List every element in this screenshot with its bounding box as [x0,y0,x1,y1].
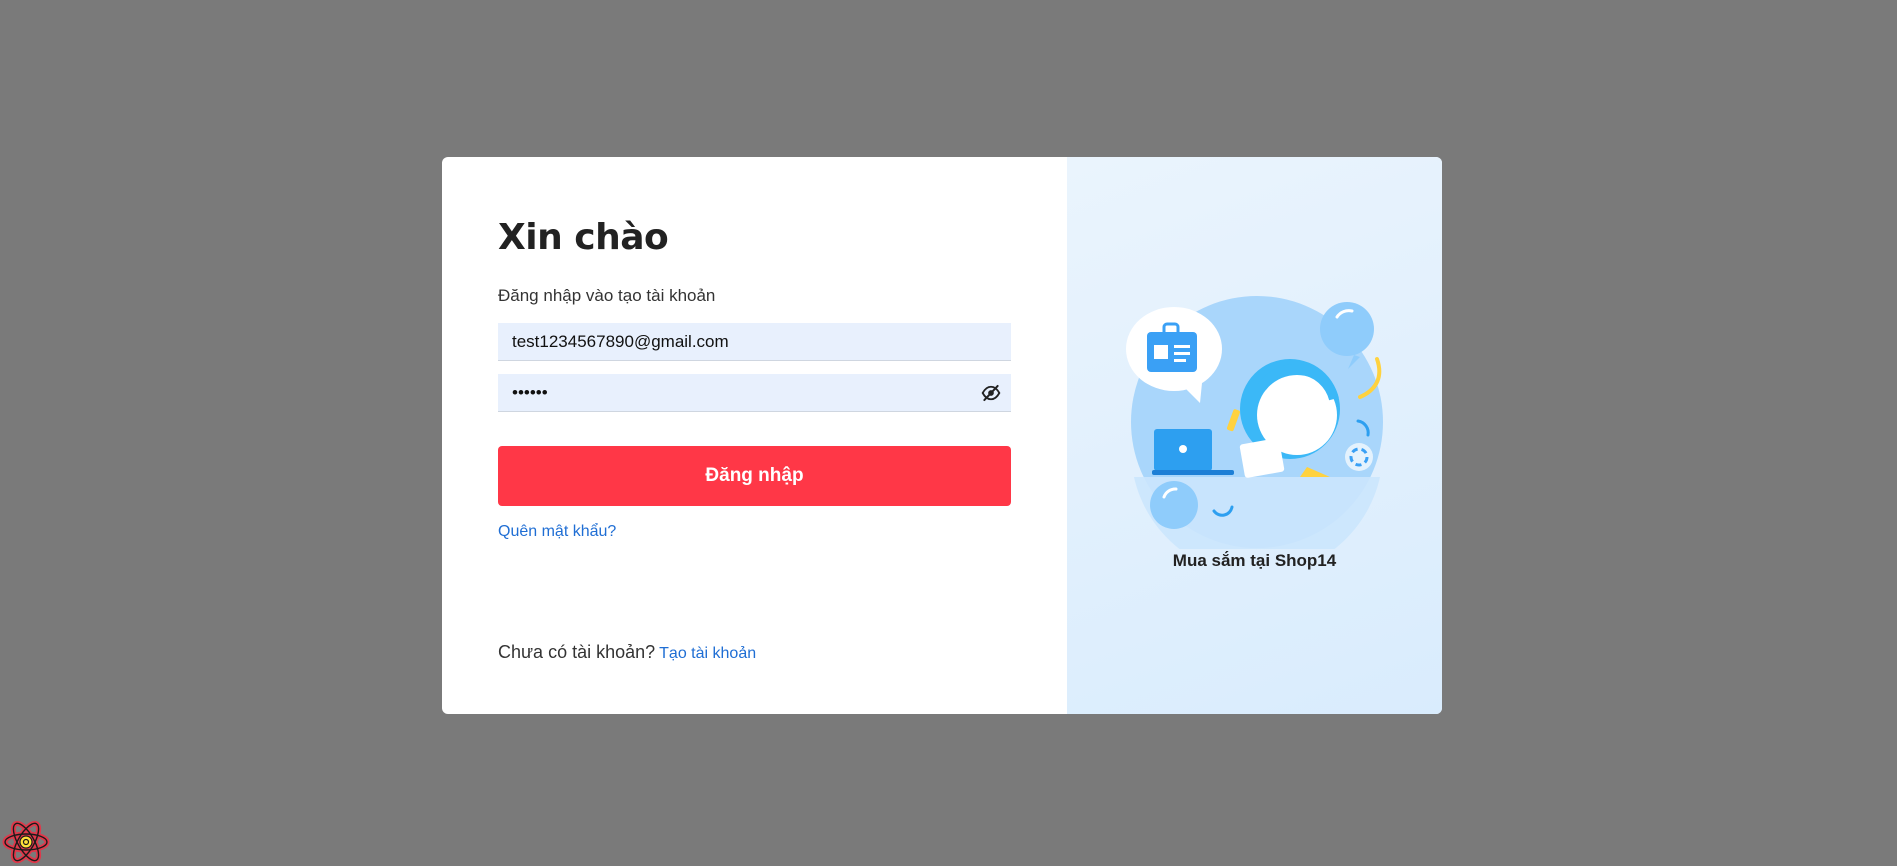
email-field-wrapper [498,323,1011,361]
login-button[interactable]: Đăng nhập [498,446,1011,506]
forgot-password-link[interactable]: Quên mật khẩu? [498,523,616,541]
promo-caption: Mua sắm tại Shop14 [1172,551,1337,570]
react-icon[interactable] [2,818,50,866]
email-field[interactable] [498,323,1011,360]
signup-row: Chưa có tài khoản? Tạo tài khoản [498,642,756,663]
signup-prompt: Chưa có tài khoản? [498,642,656,662]
promo-panel: Mua sắm tại Shop14 [1067,157,1442,714]
login-form-panel: Xin chào Đăng nhập vào tạo tài khoản Đăn… [442,157,1067,714]
password-field[interactable] [498,374,1011,411]
login-modal: Xin chào Đăng nhập vào tạo tài khoản Đăn… [442,157,1442,714]
shopping-illustration [1126,296,1383,549]
eye-slash-icon[interactable] [981,383,1001,403]
password-field-wrapper [498,374,1011,412]
login-subtitle: Đăng nhập vào tạo tài khoản [498,286,716,305]
create-account-link[interactable]: Tạo tài khoản [659,645,756,662]
page-title: Xin chào [498,217,669,258]
